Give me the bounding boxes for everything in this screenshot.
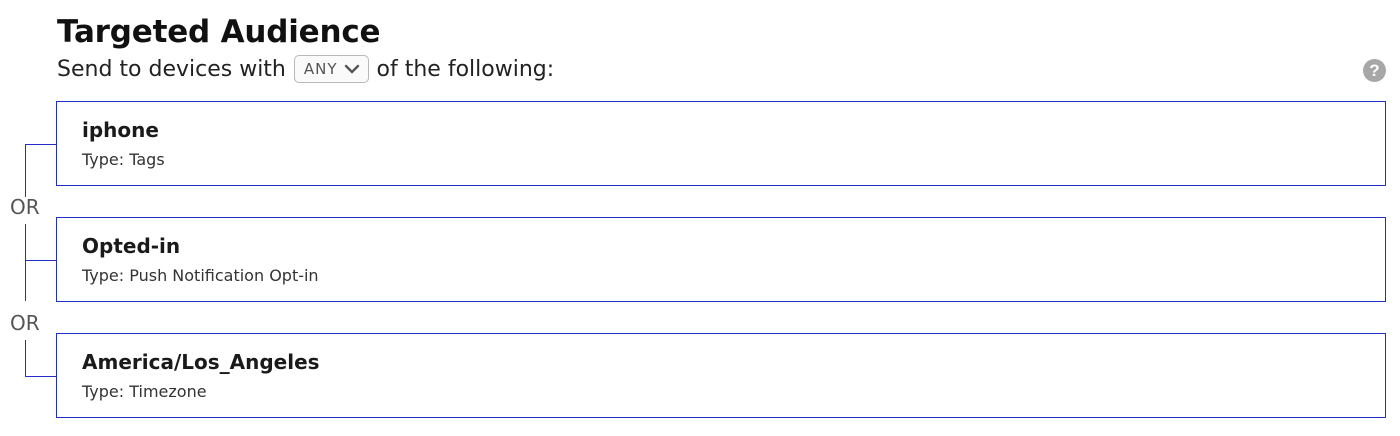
or-operator: OR: [10, 311, 40, 335]
condition-type: Type: Tags: [82, 150, 165, 169]
or-connector-line: [25, 340, 55, 377]
condition-card[interactable]: America/Los_Angeles Type: Timezone: [56, 333, 1386, 418]
condition-type: Type: Timezone: [82, 382, 207, 401]
match-mode-select[interactable]: ANY: [293, 55, 369, 83]
condition-card[interactable]: Opted-in Type: Push Notification Opt-in: [56, 217, 1386, 302]
connector-tick: [25, 376, 56, 377]
page-title: Targeted Audience: [57, 14, 381, 50]
or-operator: OR: [10, 195, 40, 219]
chevron-down-icon: [344, 62, 360, 76]
condition-name: iphone: [82, 118, 159, 142]
help-icon[interactable]: ?: [1363, 59, 1386, 82]
connector-tick: [25, 260, 56, 261]
connector-tick: [25, 144, 56, 145]
or-connector-line: [25, 144, 55, 197]
condition-card[interactable]: iphone Type: Tags: [56, 101, 1386, 186]
match-mode-value: ANY: [303, 60, 338, 78]
audience-sentence: Send to devices with ANY of the followin…: [57, 54, 554, 84]
audience-prefix: Send to devices with: [57, 56, 286, 82]
condition-name: America/Los_Angeles: [82, 350, 320, 374]
or-connector-line: [25, 224, 55, 301]
condition-type: Type: Push Notification Opt-in: [82, 266, 319, 285]
audience-suffix: of the following:: [376, 56, 555, 82]
condition-name: Opted-in: [82, 234, 181, 258]
